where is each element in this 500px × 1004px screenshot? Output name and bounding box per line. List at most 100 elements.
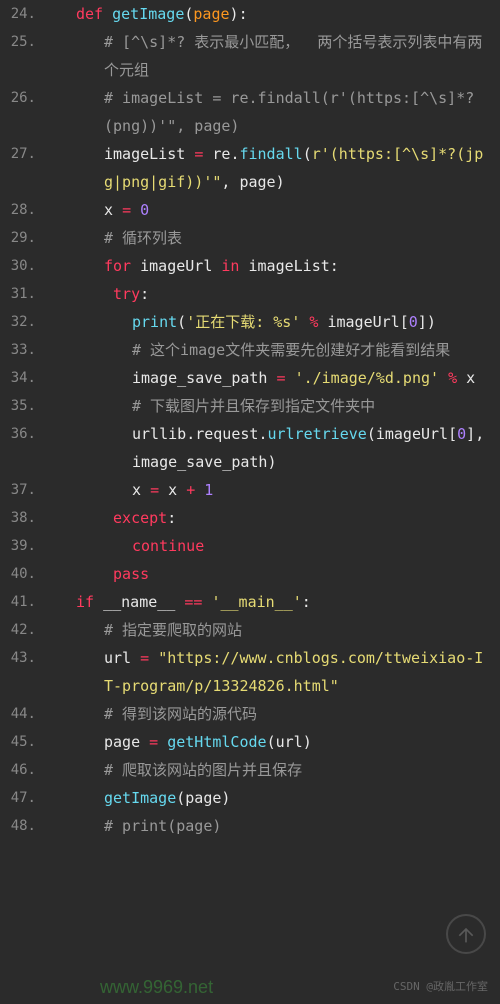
watermark-text: CSDN @政胤工作室 — [393, 978, 488, 994]
code-line[interactable]: 36.urllib.request.urlretrieve(imageUrl[0… — [0, 420, 500, 476]
token-operator: = — [140, 649, 158, 667]
token-identifier: re — [212, 145, 230, 163]
token-paren: ) — [303, 733, 312, 751]
line-content: # print(page) — [48, 812, 500, 840]
token-paren: ) — [427, 313, 436, 331]
code-line[interactable]: 38. except: — [0, 504, 500, 532]
token-string: '正在下载: %s' — [186, 313, 300, 331]
code-line[interactable]: 33.# 这个image文件夹需要先创建好才能看到结果 — [0, 336, 500, 364]
line-content: # [^\s]*? 表示最小匹配， 两个括号表示列表中有两个元组 — [48, 28, 500, 84]
token-func: urlretrieve — [267, 425, 366, 443]
line-number: 25. — [0, 28, 48, 56]
line-number: 24. — [0, 0, 48, 28]
token-keyword: if — [76, 593, 103, 611]
line-content: try: — [48, 280, 500, 308]
scroll-top-button[interactable] — [446, 914, 486, 954]
token-operator: + — [186, 481, 204, 499]
code-line[interactable]: 30.for imageUrl in imageList: — [0, 252, 500, 280]
line-content: # imageList = re.findall(r'(https:[^\s]*… — [48, 84, 500, 140]
token-string: "https://www.cnblogs.com/ttweixiao-IT-pr… — [104, 649, 483, 695]
code-line[interactable]: 45.page = getHtmlCode(url) — [0, 728, 500, 756]
token-operator: = — [194, 145, 212, 163]
token-comment: # 循环列表 — [104, 229, 182, 247]
line-number: 35. — [0, 392, 48, 420]
token-string: '__main__' — [211, 593, 301, 611]
code-line[interactable]: 44.# 得到该网站的源代码 — [0, 700, 500, 728]
code-line[interactable]: 39.continue — [0, 532, 500, 560]
token-paren: ( — [267, 733, 276, 751]
code-line[interactable]: 32.print('正在下载: %s' % imageUrl[0]) — [0, 308, 500, 336]
token-number: 0 — [457, 425, 466, 443]
token-comment: # 爬取该网站的图片并且保存 — [104, 761, 302, 779]
code-line[interactable]: 34.image_save_path = './image/%d.png' % … — [0, 364, 500, 392]
code-line[interactable]: 40. pass — [0, 560, 500, 588]
line-number: 38. — [0, 504, 48, 532]
code-line[interactable]: 43.url = "https://www.cnblogs.com/ttweix… — [0, 644, 500, 700]
token-colon: : — [302, 593, 311, 611]
token-paren: ( — [177, 313, 186, 331]
line-number: 29. — [0, 224, 48, 252]
token-operator: % — [300, 313, 327, 331]
line-content: pass — [48, 560, 500, 588]
token-identifier: __name__ — [103, 593, 184, 611]
code-line[interactable]: 28.x = 0 — [0, 196, 500, 224]
line-content: # 下载图片并且保存到指定文件夹中 — [48, 392, 500, 420]
line-content: # 这个image文件夹需要先创建好才能看到结果 — [48, 336, 500, 364]
line-number: 30. — [0, 252, 48, 280]
token-paren: ( — [176, 789, 185, 807]
line-number: 34. — [0, 364, 48, 392]
code-line[interactable]: 29. # 循环列表 — [0, 224, 500, 252]
token-comment: # 指定要爬取的网站 — [104, 621, 242, 639]
token-identifier: x — [168, 481, 186, 499]
line-content: # 得到该网站的源代码 — [48, 700, 500, 728]
code-line[interactable]: 31. try: — [0, 280, 500, 308]
line-content: for imageUrl in imageList: — [48, 252, 500, 280]
line-number: 36. — [0, 420, 48, 448]
token-keyword: pass — [113, 565, 149, 583]
token-def-name: getImage — [112, 5, 184, 23]
code-line[interactable]: 24.def getImage(page): — [0, 0, 500, 28]
token-identifier: image_save_path — [132, 369, 277, 387]
code-line[interactable]: 46. # 爬取该网站的图片并且保存 — [0, 756, 500, 784]
code-line[interactable]: 42.# 指定要爬取的网站 — [0, 616, 500, 644]
token-number: 1 — [204, 481, 213, 499]
token-brace: ] — [466, 425, 475, 443]
token-identifier: request — [195, 425, 258, 443]
token-identifier: page — [185, 789, 221, 807]
code-line[interactable]: 26.# imageList = re.findall(r'(https:[^\… — [0, 84, 500, 140]
code-line[interactable]: 25. # [^\s]*? 表示最小匹配， 两个括号表示列表中有两个元组 — [0, 28, 500, 84]
token-identifier: x — [104, 201, 122, 219]
code-line[interactable]: 35. # 下载图片并且保存到指定文件夹中 — [0, 392, 500, 420]
token-paren: ( — [367, 425, 376, 443]
line-number: 48. — [0, 812, 48, 840]
token-colon: : — [239, 5, 248, 23]
code-line[interactable]: 27.imageList = re.findall(r'(https:[^\s]… — [0, 140, 500, 196]
token-operator: = — [122, 201, 140, 219]
token-comma: , — [475, 425, 493, 443]
token-operator: % — [439, 369, 466, 387]
token-string: './image/%d.png' — [295, 369, 440, 387]
token-comment: # 得到该网站的源代码 — [104, 705, 257, 723]
token-brace: [ — [448, 425, 457, 443]
token-identifier: page — [104, 733, 149, 751]
token-identifier: imageUrl — [327, 313, 399, 331]
line-content: url = "https://www.cnblogs.com/ttweixiao… — [48, 644, 500, 700]
line-number: 43. — [0, 644, 48, 672]
line-content: x = x + 1 — [48, 476, 500, 504]
code-line[interactable]: 48.# print(page) — [0, 812, 500, 840]
token-comment: # [^\s]*? 表示最小匹配， 两个括号表示列表中有两个元组 — [104, 33, 482, 79]
line-number: 27. — [0, 140, 48, 168]
code-line[interactable]: 47.getImage(page) — [0, 784, 500, 812]
token-paren: ) — [276, 173, 285, 191]
line-number: 47. — [0, 784, 48, 812]
line-number: 46. — [0, 756, 48, 784]
code-editor[interactable]: 24.def getImage(page):25. # [^\s]*? 表示最小匹… — [0, 0, 500, 840]
code-line[interactable]: 37.x = x + 1 — [0, 476, 500, 504]
token-param: page — [193, 5, 229, 23]
line-number: 33. — [0, 336, 48, 364]
token-colon: : — [330, 257, 339, 275]
token-identifier: url — [104, 649, 140, 667]
line-number: 40. — [0, 560, 48, 588]
token-comment: # 下载图片并且保存到指定文件夹中 — [132, 397, 375, 415]
code-line[interactable]: 41.if __name__ == '__main__': — [0, 588, 500, 616]
